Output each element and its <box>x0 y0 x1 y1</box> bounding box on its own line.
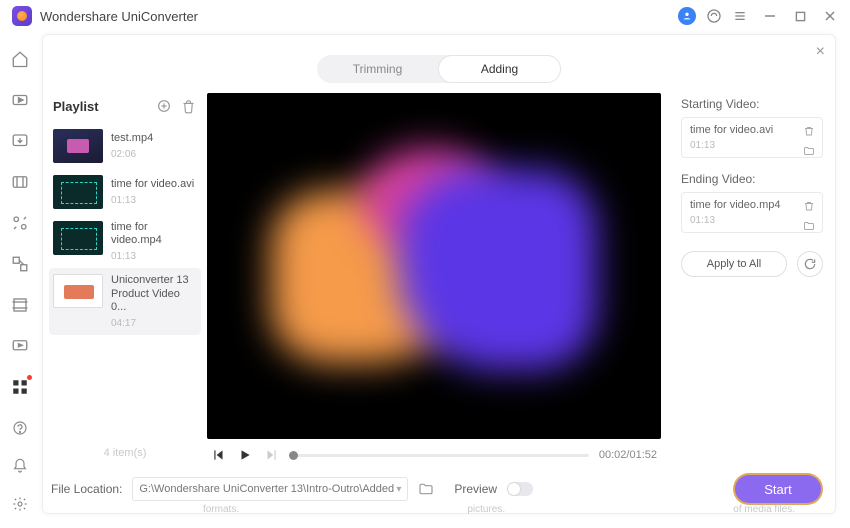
starting-video-delete-icon[interactable] <box>802 124 816 138</box>
maximize-button[interactable] <box>792 8 808 24</box>
playlist-item-duration: 01:13 <box>111 195 194 206</box>
preview-toggle[interactable] <box>507 482 533 496</box>
sidebar-crop-icon[interactable] <box>10 295 30 314</box>
ending-video-label: Ending Video: <box>681 172 823 186</box>
footer-row: File Location: G:\Wondershare UniConvert… <box>43 465 835 513</box>
refresh-icon[interactable] <box>797 251 823 277</box>
starting-video-label: Starting Video: <box>681 97 823 111</box>
support-icon[interactable] <box>706 8 722 24</box>
ending-video-delete-icon[interactable] <box>802 199 816 213</box>
play-icon[interactable] <box>237 447 253 463</box>
sidebar-toolbox-icon[interactable] <box>10 377 30 396</box>
open-folder-icon[interactable] <box>418 481 434 497</box>
starting-video-box: time for video.avi 01:13 <box>681 117 823 158</box>
sidebar-compress-icon[interactable] <box>10 173 30 192</box>
playlist-thumbnail <box>53 274 103 308</box>
starting-video-folder-icon[interactable] <box>802 144 816 158</box>
sidebar-player-icon[interactable] <box>10 336 30 355</box>
preview-label: Preview <box>454 482 497 496</box>
main-panel: × Trimming Adding Playlist test.mp4 02:0… <box>42 34 836 514</box>
help-icon[interactable] <box>10 418 30 438</box>
sidebar-edit-icon[interactable] <box>10 214 30 233</box>
file-location-label: File Location: <box>51 482 122 496</box>
file-location-path: G:\Wondershare UniConverter 13\Intro-Out… <box>139 483 394 495</box>
mode-tabs: Trimming Adding <box>317 55 561 83</box>
app-title: Wondershare UniConverter <box>40 9 678 24</box>
playlist-item-name: test.mp4 <box>111 132 153 145</box>
close-panel-icon[interactable]: × <box>816 43 825 61</box>
settings-icon[interactable] <box>10 494 30 514</box>
playlist-thumbnail <box>53 129 103 163</box>
preview-stage[interactable] <box>207 93 661 439</box>
playlist-item[interactable]: time for video.mp4 01:13 <box>49 215 201 268</box>
preview-column: 00:02/01:52 <box>201 93 667 465</box>
playlist-item-duration: 01:13 <box>111 251 197 262</box>
notification-icon[interactable] <box>10 456 30 476</box>
step-forward-icon[interactable] <box>263 447 279 463</box>
playlist-item[interactable]: Uniconverter 13 Product Video 0... 04:17 <box>49 268 201 335</box>
step-back-icon[interactable] <box>211 447 227 463</box>
ending-video-folder-icon[interactable] <box>802 219 816 233</box>
ending-video-box: time for video.mp4 01:13 <box>681 192 823 233</box>
file-location-combo[interactable]: G:\Wondershare UniConverter 13\Intro-Out… <box>132 477 408 501</box>
ending-video-duration: 01:13 <box>690 215 814 226</box>
playlist-item[interactable]: test.mp4 02:06 <box>49 123 201 169</box>
playlist-item-duration: 04:17 <box>111 318 197 329</box>
playlist-item-name: Uniconverter 13 Product Video 0... <box>111 274 197 314</box>
playlist-item-duration: 02:06 <box>111 149 153 160</box>
playlist-footer: 4 item(s) <box>49 441 201 465</box>
sidebar-convert-icon[interactable] <box>10 91 30 110</box>
playlist-thumbnail <box>53 175 103 209</box>
chevron-down-icon: ▾ <box>396 484 401 495</box>
starting-video-duration: 01:13 <box>690 140 814 151</box>
add-to-playlist-icon[interactable] <box>155 97 173 115</box>
progress-bar[interactable] <box>289 454 589 457</box>
app-logo <box>12 6 32 26</box>
tab-trimming[interactable]: Trimming <box>317 55 438 83</box>
sidebar <box>0 32 40 528</box>
minimize-button[interactable] <box>762 8 778 24</box>
titlebar: Wondershare UniConverter <box>0 0 850 32</box>
playlist-item-name: time for video.mp4 <box>111 221 197 247</box>
menu-icon[interactable] <box>732 8 748 24</box>
playlist-item[interactable]: time for video.avi 01:13 <box>49 169 201 215</box>
playlist-thumbnail <box>53 221 103 255</box>
apply-to-all-button[interactable]: Apply to All <box>681 251 787 277</box>
starting-video-name: time for video.avi <box>690 124 814 136</box>
ending-video-name: time for video.mp4 <box>690 199 814 211</box>
sidebar-merge-icon[interactable] <box>10 254 30 273</box>
playlist-item-name: time for video.avi <box>111 178 194 191</box>
timecode: 00:02/01:52 <box>599 449 657 461</box>
tab-adding[interactable]: Adding <box>438 55 561 83</box>
close-button[interactable] <box>822 8 838 24</box>
remove-from-playlist-icon[interactable] <box>179 97 197 115</box>
sidebar-home-icon[interactable] <box>10 50 30 69</box>
right-column: Starting Video: time for video.avi 01:13… <box>667 93 835 465</box>
account-icon[interactable] <box>678 7 696 25</box>
playlist-column: Playlist test.mp4 02:06 time for video.a… <box>43 93 201 465</box>
sidebar-download-icon[interactable] <box>10 132 30 151</box>
transport-bar: 00:02/01:52 <box>207 439 661 465</box>
playlist-title: Playlist <box>53 99 99 114</box>
start-button[interactable]: Start <box>735 475 821 503</box>
